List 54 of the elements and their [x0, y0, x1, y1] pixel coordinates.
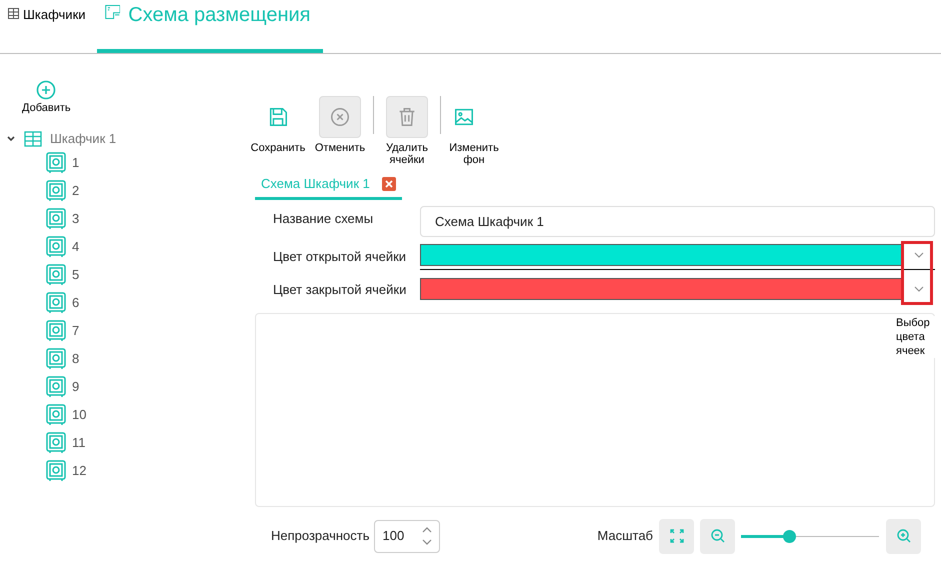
- tree-item[interactable]: 3: [72, 208, 80, 228]
- number-field[interactable]: 100: [374, 520, 440, 552]
- safe-icon: [46, 432, 66, 454]
- tree-item[interactable]: 2: [72, 180, 80, 200]
- toolbar-button[interactable]: Сохранить: [247, 96, 309, 154]
- tree-item[interactable]: 5: [72, 264, 80, 284]
- field-label: Цвет закрытой ячейки: [273, 281, 408, 300]
- tree-item[interactable]: 1: [72, 152, 80, 172]
- fit-button[interactable]: [659, 518, 694, 554]
- safe-icon: [46, 264, 66, 286]
- close-icon: [329, 106, 351, 128]
- safe-icon: [46, 376, 66, 398]
- safe-icon: [46, 320, 66, 342]
- zoom-label: Масштаб: [597, 527, 653, 546]
- layout-icon: [104, 2, 120, 22]
- highlight-frame: [901, 241, 933, 305]
- plus-circle-icon: [36, 80, 56, 100]
- opacity-label: Непрозрачность: [271, 527, 370, 546]
- zoom-in-button[interactable]: [886, 518, 921, 554]
- safe-icon: [46, 236, 66, 258]
- toolbar-button[interactable]: Изменить фон: [443, 96, 505, 166]
- color-dropdown[interactable]: [420, 244, 935, 270]
- field-label: Название схемы: [273, 210, 374, 228]
- zoom-in-icon: [896, 528, 912, 544]
- safe-icon: [46, 292, 66, 314]
- safe-icon: [46, 404, 66, 426]
- zoom-out-button[interactable]: [700, 518, 735, 554]
- safe-icon: [46, 348, 66, 370]
- chevron-icon[interactable]: [6, 134, 16, 144]
- tree-item[interactable]: Шкафчик 1: [50, 128, 116, 148]
- zoom-slider[interactable]: [741, 529, 879, 543]
- safe-icon: [46, 180, 66, 202]
- grid-icon: [8, 8, 19, 19]
- tree-item[interactable]: 9: [72, 376, 80, 396]
- top-tab[interactable]: Шкафчики: [0, 0, 94, 50]
- tree-item[interactable]: 4: [72, 236, 80, 256]
- tree-item[interactable]: 6: [72, 292, 80, 312]
- safe-icon: [46, 460, 66, 482]
- safe-icon: [46, 208, 66, 230]
- cabinet-icon: [24, 130, 42, 146]
- slider-thumb[interactable]: [783, 530, 796, 542]
- add-button[interactable]: Добавить: [22, 80, 71, 116]
- safe-icon: [46, 152, 66, 174]
- zoom-out-icon: [710, 528, 726, 544]
- image-icon: [453, 106, 475, 128]
- tree-item[interactable]: 10: [72, 404, 86, 424]
- tree-item[interactable]: 12: [72, 460, 86, 480]
- tree-item[interactable]: 7: [72, 320, 80, 340]
- expand-icon: [670, 529, 684, 543]
- tree-item[interactable]: 11: [72, 432, 86, 452]
- tree-item[interactable]: 8: [72, 348, 80, 368]
- close-icon[interactable]: [382, 177, 396, 191]
- input-field[interactable]: Схема Шкафчик 1: [420, 206, 935, 237]
- field-label: Цвет открытой ячейки: [273, 248, 408, 266]
